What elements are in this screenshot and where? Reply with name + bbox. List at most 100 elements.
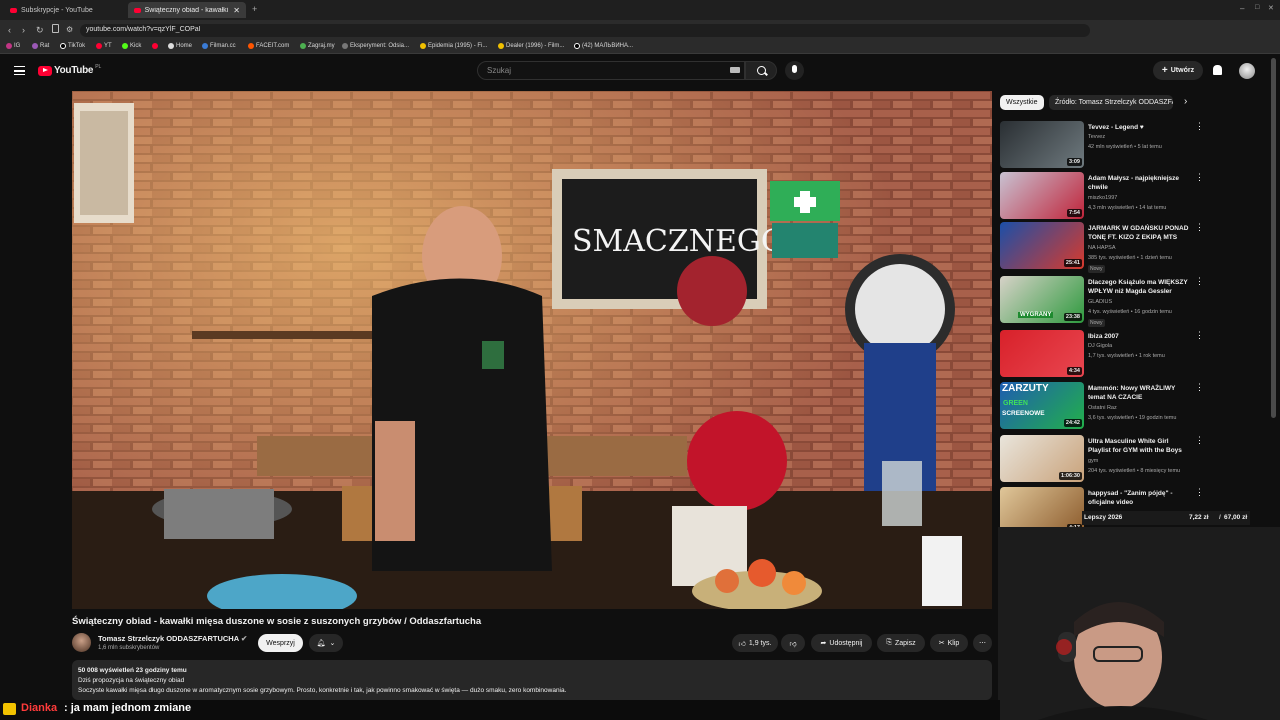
- tab-current-video[interactable]: Świąteczny obiad - kawałki m ✕: [128, 2, 246, 18]
- recommendation-item[interactable]: 25:41 JARMARK W GDAŃSKU PONAD TONĘ FT. KI…: [1000, 222, 1270, 273]
- recommendation-thumbnail[interactable]: 25:41: [1000, 222, 1084, 269]
- bookmark-item[interactable]: Epidemia (1995) - Fi...: [420, 43, 487, 49]
- recommendation-title[interactable]: Dlaczego Książulo ma WIĘKSZY WPŁYW niż M…: [1088, 278, 1192, 296]
- video-player[interactable]: SMACZNEGO: [72, 91, 992, 609]
- instagram-icon: [6, 43, 12, 49]
- chip-all[interactable]: Wszystkie: [1000, 95, 1044, 110]
- recommendation-thumbnail[interactable]: 3:09: [1000, 121, 1084, 168]
- recommendation-title[interactable]: Tevvez - Legend ♥: [1088, 123, 1192, 132]
- recommendation-title[interactable]: Ultra Masculine White Girl Playlist for …: [1088, 437, 1192, 455]
- recommendation-thumbnail[interactable]: 1:06:30: [1000, 435, 1084, 482]
- share-label: Udostępnij: [829, 639, 863, 647]
- bookmark-favicon-icon: [300, 43, 306, 49]
- recommendation-title[interactable]: Adam Małysz - najpiękniejsze chwile: [1088, 174, 1192, 192]
- more-options-icon[interactable]: [1195, 330, 1204, 342]
- recommendation-channel[interactable]: NA HAPSA: [1088, 245, 1116, 251]
- recommendation-channel[interactable]: Tevvez: [1088, 134, 1105, 140]
- account-avatar[interactable]: [1239, 63, 1255, 79]
- bookmark-item[interactable]: Rat: [32, 43, 49, 49]
- bookmark-item[interactable]: TikTok: [60, 43, 85, 49]
- bookmark-item[interactable]: (42) МАЛЬВИНА...: [574, 43, 633, 49]
- site-info-icon[interactable]: ⚙: [66, 25, 73, 34]
- reload-icon[interactable]: ↻: [36, 25, 44, 36]
- bookmark-item[interactable]: FACEIT.com: [248, 43, 289, 49]
- url-field[interactable]: youtube.com/watch?v=qzYlF_COPaI: [80, 24, 1090, 37]
- bookmark-item[interactable]: Kick: [122, 43, 141, 49]
- more-options-icon[interactable]: [1195, 276, 1204, 288]
- recommendation-channel[interactable]: miszko1997: [1088, 195, 1117, 201]
- like-button[interactable]: 👍︎ 1,9 tys.: [732, 634, 778, 652]
- description-line: Dziś propozycja na świąteczny obiad: [78, 677, 185, 684]
- bookmark-item[interactable]: Eksperyment: Odsia...: [342, 43, 409, 49]
- new-tab-icon[interactable]: +: [252, 4, 257, 14]
- page-scrollbar[interactable]: [1271, 58, 1276, 418]
- recommendation-title[interactable]: happysad - "Zanim pójdę" - oficjalne vid…: [1088, 489, 1192, 507]
- hamburger-menu-icon[interactable]: [14, 66, 25, 75]
- youtube-logo[interactable]: YouTube PL: [38, 64, 101, 76]
- recommendation-title[interactable]: Ibiza 2007: [1088, 332, 1192, 341]
- recommendation-thumbnail[interactable]: 4:34: [1000, 330, 1084, 377]
- thumbnail-caption: GREEN: [1003, 400, 1028, 407]
- save-button[interactable]: ⎘ Zapisz: [877, 634, 925, 652]
- recommendation-item[interactable]: 23:38 WYGRANY Dlaczego Książulo ma WIĘKSZY…: [1000, 276, 1270, 327]
- recommendation-channel[interactable]: gym: [1088, 458, 1098, 464]
- close-tab-icon[interactable]: ✕: [233, 6, 240, 15]
- recommendation-item[interactable]: 3:09 Tevvez - Legend ♥ Tevvez 42 mln wyświe…: [1000, 121, 1270, 169]
- recommendation-channel[interactable]: Ostatni Raz: [1088, 405, 1117, 411]
- search-button[interactable]: [745, 61, 777, 80]
- keyboard-icon[interactable]: [730, 67, 740, 73]
- recommendation-thumbnail[interactable]: 24:42 ZARZUTY GREEN SCREENOWE: [1000, 382, 1084, 429]
- recommendation-item[interactable]: 4:34 Ibiza 2007 DJ Gigola 1,7 tys. wyświetl…: [1000, 330, 1270, 378]
- bookmark-favicon-icon: [342, 43, 348, 49]
- webcam-image: [998, 527, 1280, 720]
- bookmark-item[interactable]: [152, 43, 158, 49]
- bookmark-item[interactable]: Zagraj.my: [300, 43, 335, 49]
- video-duration: 4:34: [1066, 367, 1082, 375]
- channel-name[interactable]: Tomasz Strzelczyk ODDASZFARTUCHA ✔: [98, 634, 247, 643]
- recommendation-title[interactable]: JARMARK W GDAŃSKU PONAD TONĘ FT. KIZO Z …: [1088, 224, 1192, 242]
- bookmark-item[interactable]: YT: [96, 43, 112, 49]
- close-window-icon[interactable]: ✕: [1268, 4, 1274, 12]
- chip-source-channel[interactable]: Źródło: Tomasz Strzelczyk ODDASZFA: [1049, 95, 1173, 110]
- subscription-bell-button[interactable]: 🔔︎ ⌄: [309, 634, 343, 652]
- bookmark-item[interactable]: IG: [6, 43, 20, 49]
- more-options-icon[interactable]: [1195, 382, 1204, 394]
- new-badge: Nowy: [1088, 319, 1105, 327]
- minimize-icon[interactable]: –: [1240, 4, 1244, 13]
- support-button[interactable]: Wesprzyj: [258, 634, 303, 652]
- recommendation-item[interactable]: 1:06:30 Ultra Masculine White Girl Playli…: [1000, 435, 1270, 483]
- maximize-icon[interactable]: □: [1255, 4, 1259, 11]
- more-options-icon[interactable]: [1195, 121, 1204, 133]
- recommendation-title[interactable]: Mammón: Nowy WRAŻLIWY temat NA CZACIE: [1088, 384, 1192, 402]
- channel-avatar[interactable]: [72, 633, 91, 652]
- more-options-icon[interactable]: [1195, 435, 1204, 447]
- clip-button[interactable]: ✂ Klip: [930, 634, 968, 652]
- recommendation-channel[interactable]: DJ Gigola: [1088, 343, 1112, 349]
- voice-search-button[interactable]: [785, 61, 804, 80]
- tab-subscriptions[interactable]: Subskrypcje - YouTube: [4, 2, 124, 18]
- more-options-icon[interactable]: [1195, 222, 1204, 234]
- create-button[interactable]: + Utwórz: [1153, 61, 1203, 80]
- chevron-right-icon[interactable]: ›: [1184, 96, 1187, 107]
- recommendation-item[interactable]: 24:42 ZARZUTY GREEN SCREENOWE Mammón: Nowy W…: [1000, 382, 1270, 430]
- notifications-icon[interactable]: [1213, 65, 1222, 75]
- share-button[interactable]: ➦ Udostępnij: [811, 634, 872, 652]
- back-icon[interactable]: ‹: [8, 25, 11, 35]
- forward-icon[interactable]: ›: [22, 25, 25, 35]
- search-input[interactable]: Szukaj: [477, 61, 745, 80]
- recommendation-thumbnail[interactable]: 7:54: [1000, 172, 1084, 219]
- more-options-icon[interactable]: [1195, 487, 1204, 499]
- bookmark-page-icon[interactable]: [52, 24, 59, 33]
- dislike-button[interactable]: 👎︎: [781, 634, 805, 652]
- bookmark-item[interactable]: Home: [168, 43, 192, 49]
- clip-label: Klip: [947, 639, 960, 647]
- more-options-icon[interactable]: [1195, 172, 1204, 184]
- recommendation-channel[interactable]: GLADIUS: [1088, 299, 1112, 305]
- recommendation-thumbnail[interactable]: 23:38 WYGRANY: [1000, 276, 1084, 323]
- bookmark-item[interactable]: Dealer (1996) - Film...: [498, 43, 564, 49]
- recommendation-item[interactable]: 7:54 Adam Małysz - najpiękniejsze chwile m…: [1000, 172, 1270, 220]
- video-description[interactable]: 50 008 wyświetleń 23 godziny temu Dziś p…: [72, 660, 992, 700]
- share-icon: ➦: [820, 640, 827, 647]
- more-actions-button[interactable]: ⋯: [973, 634, 992, 652]
- bookmark-item[interactable]: Filman.cc: [202, 43, 236, 49]
